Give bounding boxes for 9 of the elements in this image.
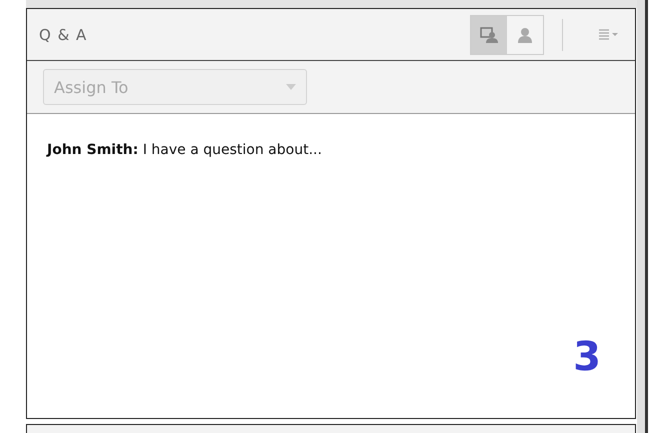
menu-icon[interactable] (599, 28, 619, 40)
person-icon (517, 26, 533, 42)
presenter-view-button[interactable] (471, 16, 507, 54)
callout-number: 3 (573, 334, 601, 380)
caret-icon (286, 84, 296, 90)
chat-message: John Smith: I have a question about... (47, 142, 323, 158)
panel-title: Q & A (39, 26, 88, 44)
screen-person-icon (480, 26, 498, 42)
splitter-bar[interactable] (637, 0, 648, 433)
